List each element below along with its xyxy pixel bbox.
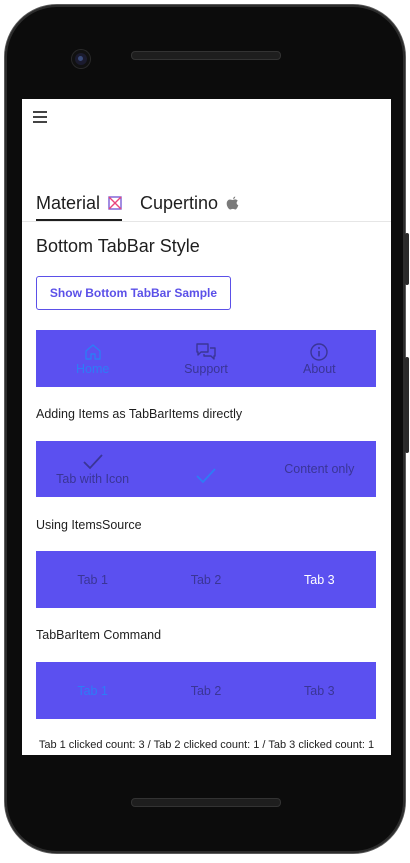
tab-1-label: Tab 1 [77, 572, 108, 587]
command-tab-3[interactable]: Tab 3 [263, 662, 376, 719]
material-logo-icon [108, 196, 122, 210]
volume-button [405, 357, 409, 453]
tab-support[interactable]: Support [149, 330, 262, 387]
section-label-command: TabBarItem Command [36, 628, 162, 642]
section-label-tabbaritems: Adding Items as TabBarItems directly [36, 407, 243, 421]
click-count-text: Tab 1 clicked count: 3 / Tab 2 clicked c… [38, 739, 375, 751]
command-tab-2[interactable]: Tab 2 [149, 662, 262, 719]
info-circle-icon [310, 342, 329, 361]
tab-2-label: Tab 2 [190, 572, 222, 587]
app-screen: Material Cupertino Bottom TabBar Style S… [22, 99, 391, 755]
apple-icon [226, 196, 239, 209]
tab-about[interactable]: About [263, 330, 376, 387]
show-bottom-tabbar-sample-button[interactable]: Show Bottom TabBar Sample [36, 276, 231, 310]
page-title: Bottom TabBar Style [36, 236, 200, 256]
bottom-speaker [131, 798, 281, 807]
tab-about-label: About [302, 361, 336, 376]
tabbar-icons: Home Support About [36, 330, 376, 387]
command-tab-2-label: Tab 2 [190, 683, 222, 698]
tab-support-label: Support [184, 361, 228, 376]
tab-cupertino[interactable]: Cupertino [140, 187, 239, 219]
section-label-itemssource: Using ItemsSource [36, 518, 142, 532]
home-icon [84, 343, 101, 360]
tab-3[interactable]: Tab 3 [263, 551, 376, 608]
tab-with-icon-label: Tab with Icon [56, 472, 130, 486]
tab-1[interactable]: Tab 1 [36, 551, 149, 608]
style-tabs: Material Cupertino [22, 187, 391, 222]
tab-content-only-label: Content only [284, 462, 355, 476]
front-camera [72, 50, 90, 68]
tabbar-command: Tab 1 Tab 2 Tab 3 [36, 662, 376, 719]
command-tab-1[interactable]: Tab 1 [36, 662, 149, 719]
check-icon [196, 468, 216, 484]
power-button [405, 233, 409, 285]
tabbar-direct-items: Tab with Icon Content only [36, 441, 376, 497]
check-icon [83, 454, 103, 470]
tab-content-only[interactable]: Content only [263, 441, 376, 497]
top-speaker [131, 51, 281, 60]
tabbar-itemssource: Tab 1 Tab 2 Tab 3 [36, 551, 376, 608]
tab-3-label: Tab 3 [304, 572, 335, 587]
tab-home[interactable]: Home [36, 330, 149, 387]
tab-home-label: Home [75, 361, 110, 376]
tab-2[interactable]: Tab 2 [149, 551, 262, 608]
tab-icon-only[interactable] [149, 441, 262, 497]
tab-material-label: Material [36, 192, 101, 213]
tab-material[interactable]: Material [36, 187, 123, 221]
tab-cupertino-label: Cupertino [140, 192, 219, 213]
hamburger-menu-icon[interactable] [33, 111, 47, 123]
command-tab-1-label: Tab 1 [77, 683, 108, 698]
command-tab-3-label: Tab 3 [304, 683, 335, 698]
chat-bubbles-icon [196, 342, 216, 360]
tab-with-icon[interactable]: Tab with Icon [36, 441, 149, 497]
